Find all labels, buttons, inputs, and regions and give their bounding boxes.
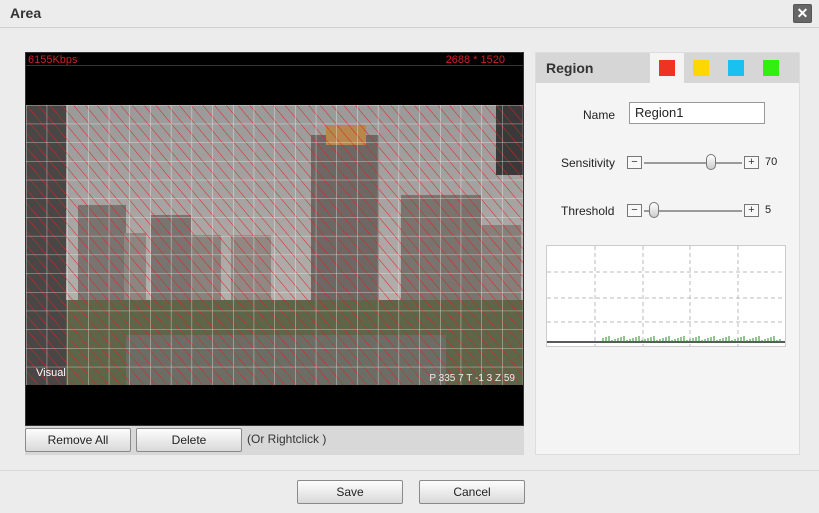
sensitivity-plus-icon[interactable]: + [744, 156, 759, 169]
rightclick-hint: (Or Rightclick ) [247, 432, 327, 446]
sensitivity-value: 70 [765, 156, 778, 168]
channel-label: Visual [36, 367, 66, 379]
threshold-minus-icon[interactable]: − [627, 204, 642, 217]
save-button[interactable]: Save [297, 480, 403, 504]
region-color-tab-cyan[interactable] [719, 53, 753, 83]
dialog-title: Area [10, 5, 42, 21]
cancel-button[interactable]: Cancel [419, 480, 525, 504]
osd-divider [26, 65, 523, 66]
threshold-label: Threshold [561, 204, 615, 218]
region-panel: Region Name Region1 Sensitivity − + 70 T… [535, 52, 800, 455]
threshold-slider-thumb[interactable] [649, 202, 659, 218]
region-title: Region [546, 60, 594, 76]
sensitivity-slider-thumb[interactable] [706, 154, 716, 170]
region-color-tab-green[interactable] [754, 53, 788, 83]
motion-graph [546, 245, 786, 347]
video-preview[interactable]: 6155Kbps 2688 * 1520 Visual P 335 7 T -1… [25, 52, 524, 426]
remove-all-button[interactable]: Remove All [25, 428, 131, 452]
close-icon[interactable]: ✕ [793, 4, 812, 23]
camera-scene[interactable] [26, 105, 523, 385]
region-panel-header: Region [536, 53, 799, 83]
sensitivity-minus-icon[interactable]: − [627, 156, 642, 169]
delete-button[interactable]: Delete [136, 428, 242, 452]
region-color-tab-yellow[interactable] [684, 53, 718, 83]
title-divider [0, 27, 819, 28]
sensitivity-slider-track[interactable] [644, 162, 742, 164]
ptz-readout: P 335 7 T -1 3 Z 59 [429, 373, 515, 384]
sensitivity-label: Sensitivity [561, 156, 616, 170]
region-name-field[interactable]: Region1 [629, 102, 765, 124]
dialog-titlebar: Area ✕ [0, 0, 819, 26]
threshold-value: 5 [765, 204, 772, 216]
cyan-swatch-icon [728, 60, 744, 76]
red-swatch-icon [659, 60, 675, 76]
region-color-tab-red[interactable] [650, 53, 684, 83]
name-label: Name [583, 108, 616, 122]
yellow-swatch-icon [693, 60, 709, 76]
green-swatch-icon [763, 60, 779, 76]
threshold-plus-icon[interactable]: + [744, 204, 759, 217]
footer-divider [0, 470, 819, 471]
